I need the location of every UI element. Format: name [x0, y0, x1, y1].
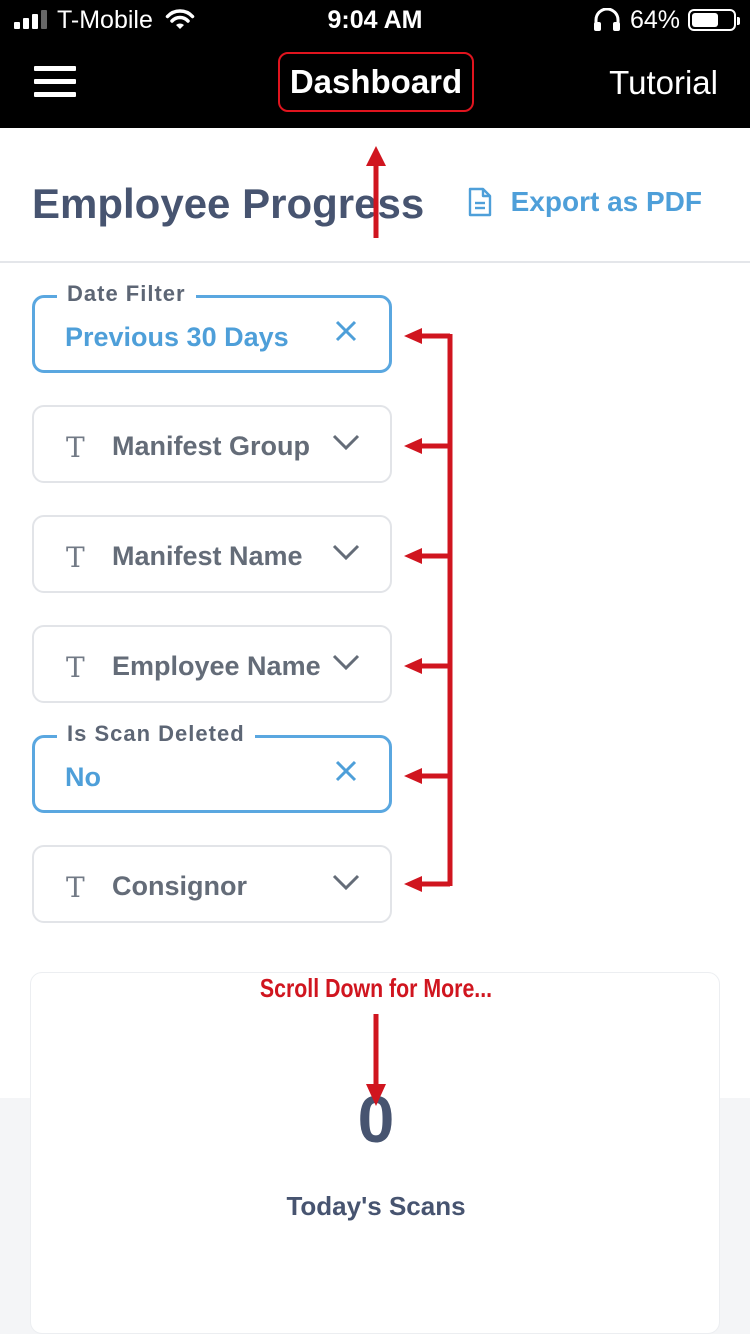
export-pdf-label: Export as PDF: [510, 186, 702, 217]
dashboard-button[interactable]: Dashboard: [278, 52, 474, 112]
battery-level: [692, 13, 718, 27]
chevron-down-icon: [332, 654, 360, 671]
manifest-group-field[interactable]: T Manifest Group: [32, 405, 392, 483]
date-filter-field[interactable]: Date Filter Previous 30 Days: [32, 281, 392, 373]
consignor-field[interactable]: T Consignor: [32, 845, 392, 923]
document-icon: [468, 187, 491, 217]
text-type-icon: T: [66, 871, 85, 904]
chevron-down-icon: [332, 874, 360, 891]
todays-scans-label: Today's Scans: [286, 1191, 466, 1221]
status-bar: T-Mobile 9:04 AM 64%: [0, 0, 750, 40]
employee-name-field[interactable]: T Employee Name: [32, 625, 392, 703]
chevron-down-icon: [332, 544, 360, 561]
manifest-name-field[interactable]: T Manifest Name: [32, 515, 392, 593]
text-type-icon: T: [66, 651, 85, 684]
tutorial-button[interactable]: Tutorial: [609, 64, 718, 102]
employee-name-label: Employee Name: [112, 651, 321, 681]
todays-scans-value: 0: [357, 1082, 395, 1156]
is-scan-deleted-legend: Is Scan Deleted: [57, 721, 255, 747]
todays-scans-card: Scroll Down for More... 0 Today's Scans: [30, 972, 720, 1334]
text-type-icon: T: [66, 431, 85, 464]
chevron-down-icon: [332, 434, 360, 451]
page-title: Employee Progress: [32, 180, 425, 227]
headphones-icon: [593, 8, 620, 31]
close-icon[interactable]: [333, 318, 359, 344]
manifest-group-label: Manifest Group: [112, 431, 311, 461]
date-filter-legend: Date Filter: [57, 281, 196, 307]
status-right: 64%: [592, 5, 740, 34]
export-pdf-button[interactable]: Export as PDF: [467, 186, 702, 218]
text-type-icon: T: [66, 541, 85, 574]
date-filter-value: Previous 30 Days: [65, 322, 289, 352]
hamburger-menu-icon[interactable]: [34, 66, 76, 98]
is-scan-deleted-value: No: [65, 762, 101, 792]
nav-bar: Dashboard Tutorial: [0, 40, 750, 128]
close-icon[interactable]: [333, 758, 359, 784]
battery-icon: [688, 9, 740, 31]
is-scan-deleted-field[interactable]: Is Scan Deleted No: [32, 721, 392, 813]
consignor-label: Consignor: [112, 871, 247, 901]
scroll-down-annotation: Scroll Down for More...: [259, 973, 493, 1003]
page-header: Employee Progress Export as PDF: [0, 128, 750, 263]
battery-percent: 64%: [629, 5, 680, 34]
manifest-name-label: Manifest Name: [112, 541, 303, 571]
